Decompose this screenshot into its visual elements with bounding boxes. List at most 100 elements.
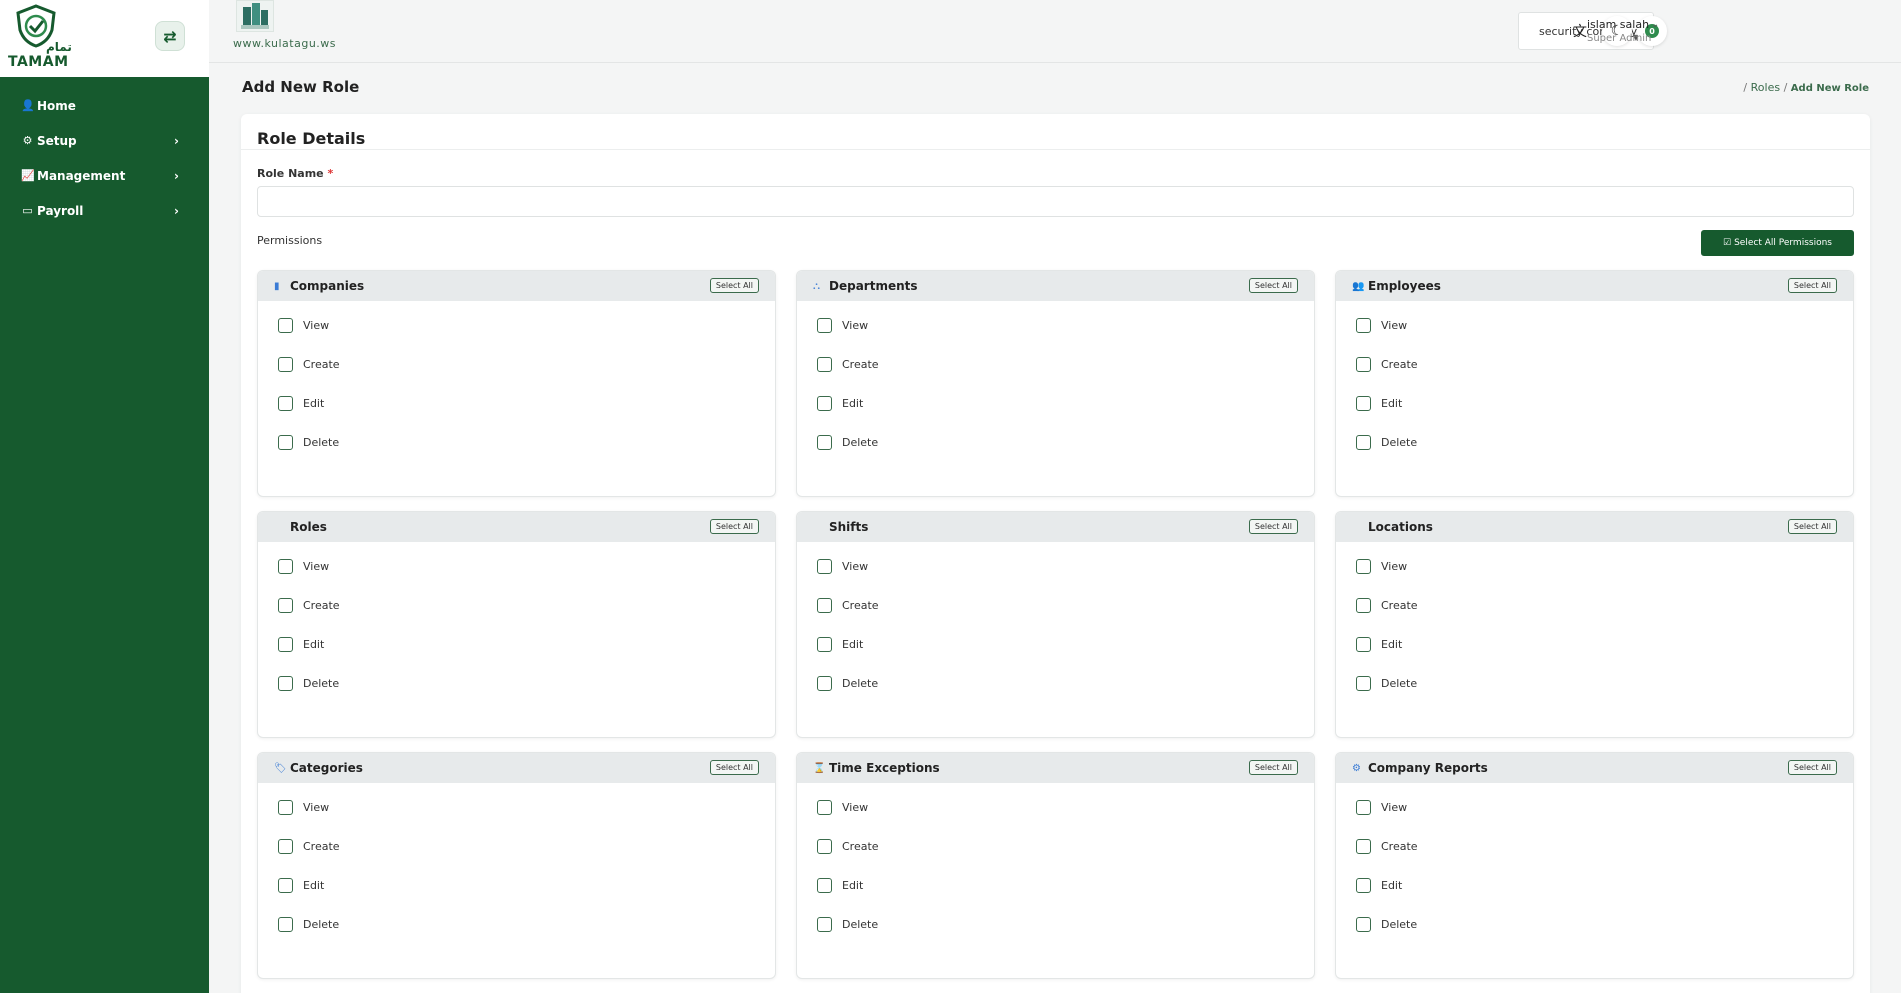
permission-checkbox[interactable] (1356, 917, 1371, 932)
permission-row-create[interactable]: Create (1356, 355, 1853, 394)
permission-checkbox[interactable] (817, 357, 832, 372)
permission-row-delete[interactable]: Delete (278, 433, 775, 472)
permission-row-create[interactable]: Create (278, 837, 775, 876)
permission-row-view[interactable]: View (278, 316, 775, 355)
permission-checkbox[interactable] (1356, 637, 1371, 652)
users-icon: 👥 (1352, 280, 1365, 292)
permission-checkbox[interactable] (278, 800, 293, 815)
permission-row-edit[interactable]: Edit (278, 394, 775, 433)
select-all-button-departments[interactable]: Select All (1248, 278, 1298, 293)
permission-checkbox[interactable] (1356, 357, 1371, 372)
permission-checkbox[interactable] (817, 318, 832, 333)
permission-checkbox[interactable] (1356, 396, 1371, 411)
permission-row-edit[interactable]: Edit (278, 635, 775, 674)
permission-checkbox[interactable] (278, 839, 293, 854)
permission-row-edit[interactable]: Edit (817, 876, 1314, 915)
permission-checkbox[interactable] (817, 676, 832, 691)
permissions-label: Permissions (257, 234, 323, 247)
permission-row-delete[interactable]: Delete (817, 674, 1314, 713)
permission-checkbox[interactable] (817, 917, 832, 932)
select-all-button-time-exceptions[interactable]: Select All (1248, 760, 1298, 775)
permission-checkbox[interactable] (1356, 839, 1371, 854)
permission-row-edit[interactable]: Edit (817, 394, 1314, 433)
permission-checkbox[interactable] (278, 598, 293, 613)
permission-row-view[interactable]: View (1356, 798, 1853, 837)
permission-checkbox[interactable] (278, 559, 293, 574)
chevron-down-icon[interactable]: ⌄ (1651, 19, 1659, 30)
role-details-card: Role Details Role Name * Permissions ☑ S… (241, 114, 1870, 993)
permission-row-delete[interactable]: Delete (278, 674, 775, 713)
permission-checkbox[interactable] (817, 878, 832, 893)
sidebar-item-setup[interactable]: ⚙ Setup › (0, 123, 209, 158)
permission-row-view[interactable]: View (817, 316, 1314, 355)
permission-row-view[interactable]: View (1356, 316, 1853, 355)
site-url[interactable]: www.kulatagu.ws (233, 37, 336, 50)
permission-checkbox[interactable] (278, 318, 293, 333)
permission-checkbox[interactable] (278, 435, 293, 450)
permission-checkbox[interactable] (1356, 559, 1371, 574)
permission-row-create[interactable]: Create (1356, 837, 1853, 876)
permission-row-create[interactable]: Create (1356, 596, 1853, 635)
permission-checkbox[interactable] (278, 676, 293, 691)
permission-checkbox[interactable] (278, 357, 293, 372)
permission-row-edit[interactable]: Edit (1356, 635, 1853, 674)
permission-row-view[interactable]: View (1356, 557, 1853, 596)
permission-row-create[interactable]: Create (817, 837, 1314, 876)
permission-row-delete[interactable]: Delete (1356, 674, 1853, 713)
permission-row-create[interactable]: Create (817, 355, 1314, 394)
user-menu[interactable]: islam salah Super Admin (1587, 18, 1651, 44)
select-all-button-company-reports[interactable]: Select All (1787, 760, 1837, 775)
permission-checkbox[interactable] (817, 839, 832, 854)
permission-row-delete[interactable]: Delete (278, 915, 775, 954)
select-all-button-shifts[interactable]: Select All (1248, 519, 1298, 534)
permission-row-view[interactable]: View (278, 798, 775, 837)
permission-checkbox[interactable] (1356, 800, 1371, 815)
role-name-input[interactable] (257, 186, 1854, 217)
permission-row-edit[interactable]: Edit (817, 635, 1314, 674)
permission-row-create[interactable]: Create (278, 355, 775, 394)
permission-card-company-reports: ⚙ Company Reports Select All View Create Edit… (1335, 752, 1854, 979)
permission-checkbox[interactable] (817, 435, 832, 450)
permission-checkbox[interactable] (817, 598, 832, 613)
permission-checkbox[interactable] (1356, 676, 1371, 691)
brand[interactable]: تمام TAMAM ⇄ (0, 0, 209, 77)
permission-label: Delete (1381, 918, 1418, 931)
select-all-button-roles[interactable]: Select All (709, 519, 759, 534)
permission-checkbox[interactable] (817, 559, 832, 574)
permission-row-view[interactable]: View (817, 557, 1314, 596)
permission-row-edit[interactable]: Edit (1356, 876, 1853, 915)
permission-row-delete[interactable]: Delete (1356, 433, 1853, 472)
select-all-button-companies[interactable]: Select All (709, 278, 759, 293)
permission-checkbox[interactable] (817, 637, 832, 652)
company-logo[interactable] (236, 0, 274, 32)
permission-row-view[interactable]: View (278, 557, 775, 596)
permission-list: View Create Edit Delete (1336, 783, 1853, 954)
permission-checkbox[interactable] (278, 917, 293, 932)
sidebar-item-management[interactable]: 📈 Management › (0, 158, 209, 193)
permission-row-create[interactable]: Create (278, 596, 775, 635)
permission-checkbox[interactable] (1356, 878, 1371, 893)
permission-row-create[interactable]: Create (817, 596, 1314, 635)
breadcrumb-roles-link[interactable]: Roles (1751, 81, 1780, 94)
permission-row-delete[interactable]: Delete (817, 433, 1314, 472)
select-all-permissions-button[interactable]: ☑ Select All Permissions (1701, 230, 1854, 256)
select-all-button-employees[interactable]: Select All (1787, 278, 1837, 293)
select-all-button-locations[interactable]: Select All (1787, 519, 1837, 534)
permission-checkbox[interactable] (817, 396, 832, 411)
sidebar-item-payroll[interactable]: ▭ Payroll › (0, 193, 209, 228)
permission-checkbox[interactable] (278, 396, 293, 411)
permission-row-delete[interactable]: Delete (1356, 915, 1853, 954)
permission-checkbox[interactable] (1356, 318, 1371, 333)
permission-checkbox[interactable] (278, 637, 293, 652)
permission-checkbox[interactable] (278, 878, 293, 893)
permission-row-edit[interactable]: Edit (1356, 394, 1853, 433)
sidebar-toggle-button[interactable]: ⇄ (155, 21, 185, 51)
permission-row-view[interactable]: View (817, 798, 1314, 837)
permission-row-edit[interactable]: Edit (278, 876, 775, 915)
sidebar-item-home[interactable]: 👤 Home (0, 88, 209, 123)
permission-checkbox[interactable] (817, 800, 832, 815)
select-all-button-categories[interactable]: Select All (709, 760, 759, 775)
permission-checkbox[interactable] (1356, 598, 1371, 613)
permission-checkbox[interactable] (1356, 435, 1371, 450)
permission-row-delete[interactable]: Delete (817, 915, 1314, 954)
